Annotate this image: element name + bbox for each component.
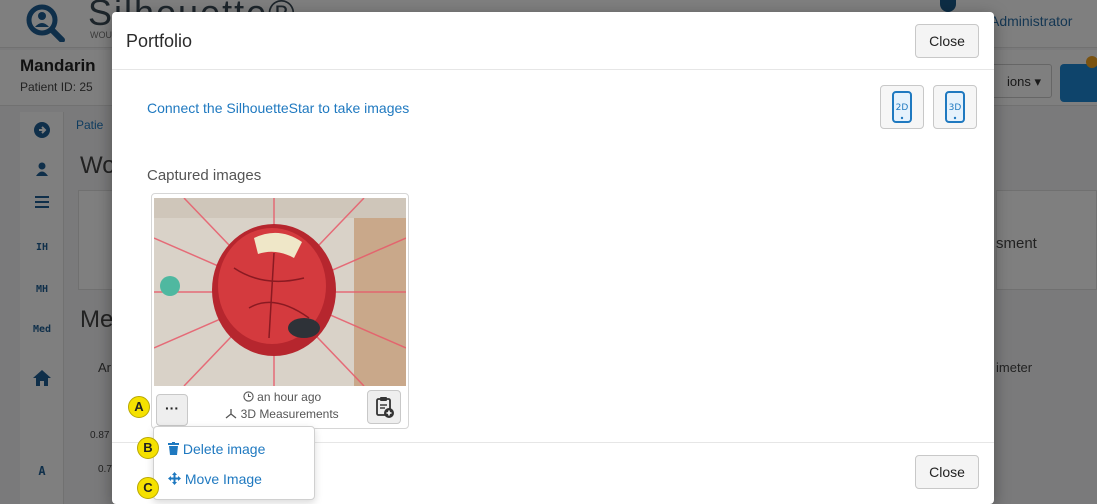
delete-image-menu-item[interactable]: Delete image — [168, 441, 265, 457]
trash-icon — [168, 442, 179, 455]
annotation-marker-b: B — [137, 437, 159, 459]
device-2d-label: 2D — [896, 103, 909, 113]
tablet-icon: 3D — [945, 91, 965, 123]
device-3d-label: 3D — [949, 103, 962, 113]
wound-photo[interactable] — [154, 198, 406, 386]
image-card: ··· an hour ago 3D Measurements — [151, 193, 409, 429]
move-image-label: Move Image — [184, 471, 262, 487]
modal-header: Portfolio Close — [112, 12, 994, 70]
delete-image-label: Delete image — [182, 441, 266, 457]
modal-title: Portfolio — [126, 31, 193, 51]
capture-time: an hour ago — [222, 390, 342, 404]
close-button[interactable]: Close — [915, 24, 979, 58]
move-icon — [168, 472, 181, 485]
captured-images-label: Captured images — [147, 167, 262, 184]
add-to-assessment-button[interactable] — [367, 390, 401, 424]
annotation-marker-c: C — [137, 477, 159, 499]
3d-axes-icon — [225, 409, 237, 419]
capture-type-text: 3D Measurements — [240, 407, 339, 421]
move-image-menu-item[interactable]: Move Image — [168, 471, 262, 487]
capture-type: 3D Measurements — [202, 407, 362, 421]
connect-silhouettestar-link[interactable]: Connect the SilhouetteStar to take image… — [147, 100, 409, 116]
close-button-footer[interactable]: Close — [915, 455, 979, 489]
annotation-marker-a: A — [128, 396, 150, 418]
clock-icon — [243, 391, 254, 402]
image-options-menu: Delete image Move Image — [153, 426, 315, 500]
more-options-button[interactable]: ··· — [156, 394, 188, 426]
tablet-icon: 2D — [892, 91, 912, 123]
clipboard-add-icon — [376, 397, 394, 418]
capture-3d-button[interactable]: 3D — [933, 85, 977, 129]
capture-2d-button[interactable]: 2D — [880, 85, 924, 129]
capture-time-text: an hour ago — [257, 390, 322, 404]
